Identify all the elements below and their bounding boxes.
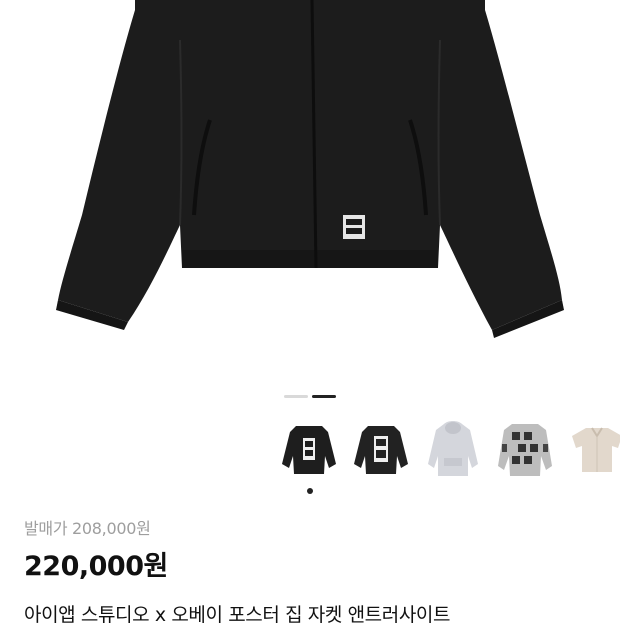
- thumbnail-beige-shirt[interactable]: [566, 418, 620, 480]
- beige-shirt-thumbnail-icon: [572, 427, 620, 472]
- thumbnail-black-jacket-back[interactable]: [278, 418, 340, 480]
- grey-hoodie-thumbnail-icon: [428, 421, 478, 476]
- black-jacket-back-thumbnail-icon: [282, 426, 336, 474]
- indicator-bar-inactive: [284, 395, 308, 398]
- thumbnail-list: [278, 418, 620, 494]
- thumbnail-grey-hoodie[interactable]: [422, 418, 484, 480]
- selected-thumbnail-dot: [307, 488, 313, 494]
- black-jacket-back-poster-thumbnail-icon: [354, 426, 408, 474]
- product-image[interactable]: [0, 0, 620, 385]
- release-price: 발매가 208,000원: [24, 519, 151, 538]
- black-zip-jacket-icon: [56, 0, 564, 338]
- product-title: 아이앱 스튜디오 x 오베이 포스터 집 자켓 앤트러사이트: [24, 604, 451, 626]
- indicator-bar-active: [312, 395, 336, 398]
- thumbnail-patterned-sweater[interactable]: [494, 418, 556, 480]
- image-page-indicator: [284, 395, 336, 398]
- current-price: 220,000원: [24, 551, 168, 582]
- thumbnail-black-jacket-poster[interactable]: [350, 418, 412, 480]
- patterned-sweater-thumbnail-icon: [498, 424, 552, 476]
